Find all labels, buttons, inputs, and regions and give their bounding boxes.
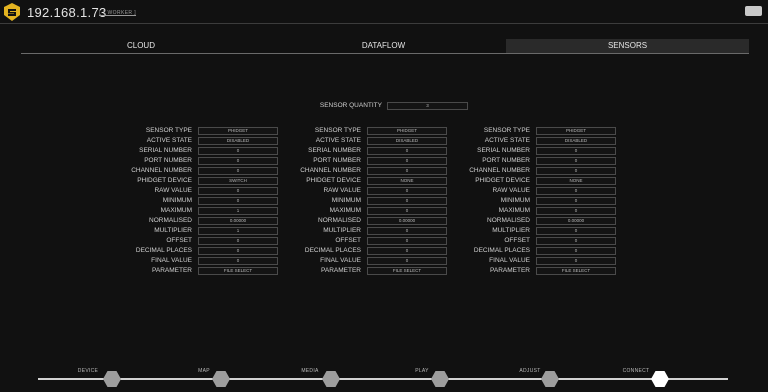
sensor-row: OFFSET 0	[434, 236, 734, 246]
sensor-row: SERIAL NUMBER 0	[434, 146, 734, 156]
sensor-field-label: DECIMAL PLACES	[304, 247, 361, 254]
sensor-field-label: OFFSET	[504, 237, 530, 244]
sensor-field-value[interactable]: NONE	[536, 177, 616, 185]
sensor-field-label: MINIMUM	[500, 197, 530, 204]
sensor-field-label: PORT NUMBER	[313, 157, 361, 164]
window-control-icon[interactable]	[745, 6, 762, 16]
worker-link[interactable]: [ 1 WORKER ]	[99, 10, 136, 16]
sensor-field-label: PARAMETER	[321, 267, 361, 274]
sensor-field-label: MULTIPLIER	[154, 227, 192, 234]
sensor-field-label: CHANNEL NUMBER	[469, 167, 530, 174]
sensor-field-value[interactable]: 0	[536, 197, 616, 205]
stage-hexagon-icon[interactable]	[651, 371, 669, 387]
shield-logo-icon[interactable]	[4, 3, 20, 21]
sensor-field-label: RAW VALUE	[323, 187, 361, 194]
sensor-field-label: RAW VALUE	[154, 187, 192, 194]
sensor-field-label: ACTIVE STATE	[484, 137, 530, 144]
sensor-field-value[interactable]: 0	[536, 187, 616, 195]
sensor-field-label: SENSOR TYPE	[314, 127, 361, 134]
sensor-field-label: MAXIMUM	[498, 207, 530, 214]
sensor-field-label: FINAL VALUE	[489, 257, 530, 264]
top-bar: 192.168.1.73 [ 1 WORKER ]	[0, 0, 768, 24]
sensor-row: RAW VALUE 0	[434, 186, 734, 196]
sensor-row: PORT NUMBER 0	[434, 156, 734, 166]
sensor-row: MINIMUM 0	[434, 196, 734, 206]
sensor-field-value[interactable]: 0	[536, 167, 616, 175]
sensor-field-label: RAW VALUE	[492, 187, 530, 194]
stage-hexagon-icon[interactable]	[322, 371, 340, 387]
sensor-field-label: SENSOR TYPE	[483, 127, 530, 134]
sensor-field-label: SERIAL NUMBER	[139, 147, 192, 154]
tab-bar: CLOUD DATAFLOW SENSORS	[21, 39, 749, 53]
sensor-row: MAXIMUM 0	[434, 206, 734, 216]
sensor-row: NORMALISED 0.00000	[434, 216, 734, 226]
sensor-field-label: SERIAL NUMBER	[477, 147, 530, 154]
sensor-field-label: PARAMETER	[490, 267, 530, 274]
stage-hexagon-icon[interactable]	[431, 371, 449, 387]
sensor-field-label: NORMALISED	[149, 217, 192, 224]
sensor-field-label: FINAL VALUE	[320, 257, 361, 264]
sensor-field-label: PORT NUMBER	[482, 157, 530, 164]
sensor-field-label: CHANNEL NUMBER	[300, 167, 361, 174]
sensor-field-value[interactable]: 0	[536, 157, 616, 165]
sensor-field-label: MAXIMUM	[160, 207, 192, 214]
sensor-field-label: MINIMUM	[162, 197, 192, 204]
sensor-row: ACTIVE STATE DISABLED	[434, 136, 734, 146]
sensor-field-label: PHIDGET DEVICE	[137, 177, 192, 184]
sensor-field-label: PORT NUMBER	[144, 157, 192, 164]
tab-divider	[21, 53, 749, 54]
workflow-timeline: DEVICE MAP MEDIA PLAY ADJUST CONNECT	[0, 366, 768, 392]
sensor-row: FINAL VALUE 0	[434, 256, 734, 266]
sensor-field-value[interactable]: 0	[536, 237, 616, 245]
sensor-quantity-field[interactable]: 3	[387, 102, 468, 110]
sensor-quantity-label: SENSOR QUANTITY	[319, 102, 382, 109]
sensor-field-label: ACTIVE STATE	[146, 137, 192, 144]
sensor-field-value[interactable]: PHIDGET	[536, 127, 616, 135]
sensor-field-value[interactable]: 0	[536, 257, 616, 265]
header-divider	[0, 23, 768, 24]
sensor-field-label: MINIMUM	[331, 197, 361, 204]
sensor-field-label: SERIAL NUMBER	[308, 147, 361, 154]
sensor-field-label: NORMALISED	[318, 217, 361, 224]
sensor-row: MULTIPLIER 0	[434, 226, 734, 236]
sensor-field-label: PARAMETER	[152, 267, 192, 274]
sensor-field-value[interactable]: 0	[536, 247, 616, 255]
timeline-track	[38, 378, 728, 380]
sensor-field-label: PHIDGET DEVICE	[306, 177, 361, 184]
sensor-row: SENSOR TYPE PHIDGET	[434, 126, 734, 136]
sensor-column-3: SENSOR TYPE PHIDGET ACTIVE STATE DISABLED SE…	[434, 126, 734, 276]
stage-hexagon-icon[interactable]	[103, 371, 121, 387]
host-address: 192.168.1.73	[27, 5, 107, 20]
stage-hexagon-icon[interactable]	[212, 371, 230, 387]
sensor-row: PARAMETER FILE SELECT	[434, 266, 734, 276]
tab-dataflow[interactable]: DATAFLOW	[261, 39, 506, 53]
sensor-field-label: PHIDGET DEVICE	[475, 177, 530, 184]
sensor-row: PHIDGET DEVICE NONE	[434, 176, 734, 186]
sensor-field-value[interactable]: 0	[536, 227, 616, 235]
stage-hexagon-icon[interactable]	[541, 371, 559, 387]
sensor-field-label: CHANNEL NUMBER	[131, 167, 192, 174]
tab-sensors[interactable]: SENSORS	[506, 39, 749, 53]
sensor-field-label: DECIMAL PLACES	[135, 247, 192, 254]
tab-cloud[interactable]: CLOUD	[21, 39, 261, 53]
sensor-field-label: DECIMAL PLACES	[473, 247, 530, 254]
sensor-field-label: ACTIVE STATE	[315, 137, 361, 144]
sensor-row: CHANNEL NUMBER 0	[434, 166, 734, 176]
sensor-field-label: SENSOR TYPE	[145, 127, 192, 134]
sensor-field-label: MULTIPLIER	[323, 227, 361, 234]
sensor-field-label: MAXIMUM	[329, 207, 361, 214]
sensor-field-label: OFFSET	[335, 237, 361, 244]
sensor-field-label: FINAL VALUE	[151, 257, 192, 264]
sensor-field-value[interactable]: FILE SELECT	[536, 267, 616, 275]
sensor-field-value[interactable]: 0	[536, 147, 616, 155]
sensor-field-value[interactable]: 0.00000	[536, 217, 616, 225]
sensor-row: DECIMAL PLACES 0	[434, 246, 734, 256]
sensor-field-label: OFFSET	[166, 237, 192, 244]
sensor-field-label: MULTIPLIER	[492, 227, 530, 234]
sensor-field-value[interactable]: 0	[536, 207, 616, 215]
sensor-field-value[interactable]: DISABLED	[536, 137, 616, 145]
sensor-field-label: NORMALISED	[487, 217, 530, 224]
